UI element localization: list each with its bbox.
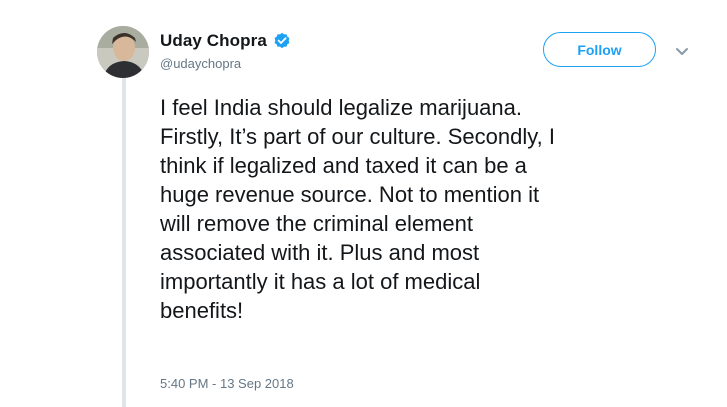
author-handle[interactable]: @udaychopra xyxy=(160,56,241,71)
verified-badge-icon xyxy=(273,32,291,50)
author-display-name[interactable]: Uday Chopra xyxy=(160,31,267,51)
avatar[interactable] xyxy=(97,26,149,78)
tweet-timestamp[interactable]: 5:40 PM - 13 Sep 2018 xyxy=(160,376,294,391)
thread-line xyxy=(122,78,126,407)
chevron-down-icon[interactable] xyxy=(675,44,689,55)
tweet-text: I feel India should legalize marijuana. … xyxy=(160,95,555,323)
author-name-row: Uday Chopra xyxy=(160,31,291,51)
follow-button[interactable]: Follow xyxy=(543,32,656,67)
tweet-card: Uday Chopra @udaychopra Follow I feel In… xyxy=(0,0,727,407)
